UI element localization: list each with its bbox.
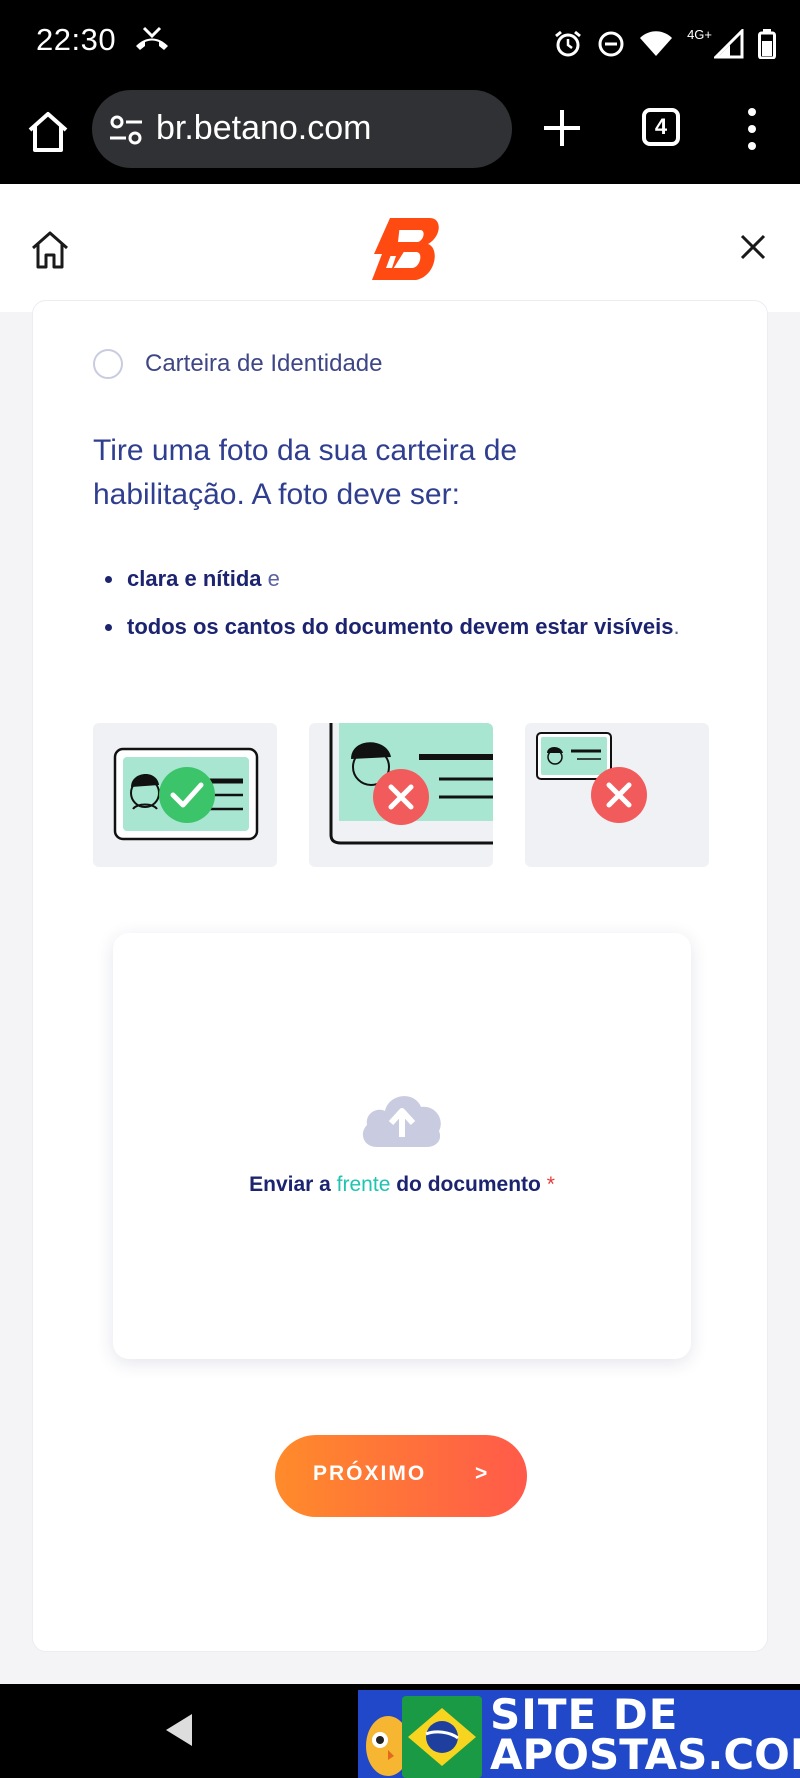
- distant-photo-example: [525, 723, 709, 867]
- required-marker: *: [546, 1173, 555, 1196]
- battery-icon: [758, 29, 776, 59]
- browser-toolbar: br.betano.com 4: [0, 88, 800, 184]
- next-button[interactable]: PRÓXIMO >: [275, 1435, 527, 1517]
- brazil-flag-graphic: [408, 1708, 476, 1766]
- upload-label-highlight: frente: [336, 1173, 391, 1196]
- home-icon[interactable]: [28, 228, 72, 272]
- verification-card: Carteira de Identidade Tire uma foto da …: [32, 300, 768, 1652]
- upload-label-prefix: Enviar a: [249, 1173, 337, 1196]
- next-button-label: PRÓXIMO: [313, 1462, 427, 1485]
- watermark-line-2: APOSTAS.COM: [490, 1730, 800, 1778]
- status-icons: 4G+: [553, 24, 776, 64]
- cropped-photo-example: [309, 723, 493, 867]
- list-item: todos os cantos do documento devem estar…: [103, 611, 703, 643]
- distant-example-illustration: [536, 732, 647, 823]
- document-upload-area[interactable]: Enviar a frente do documento *: [113, 933, 691, 1359]
- status-bar: 22:30 4G+: [0, 0, 800, 88]
- upload-label: Enviar a frente do documento *: [113, 1173, 691, 1197]
- status-time: 22:30: [36, 22, 117, 57]
- site-settings-icon[interactable]: [108, 112, 144, 148]
- correct-photo-example: [93, 723, 277, 867]
- app-header: [0, 184, 800, 312]
- missed-call-icon: [136, 26, 168, 50]
- new-tab-icon[interactable]: [540, 106, 584, 150]
- home-icon[interactable]: [24, 108, 72, 156]
- back-icon[interactable]: [164, 1712, 194, 1748]
- brazil-flag-icon: [402, 1696, 482, 1778]
- upload-label-suffix: do documento: [390, 1173, 547, 1196]
- network-type: 4G+: [687, 26, 712, 42]
- requirement-rest: e: [261, 566, 280, 591]
- alarm-icon: [555, 30, 581, 57]
- tab-switcher-button[interactable]: 4: [642, 108, 680, 146]
- wifi-icon: [640, 31, 673, 56]
- url-text: br.betano.com: [156, 109, 372, 147]
- next-arrow-icon: >: [475, 1462, 488, 1485]
- document-type-option[interactable]: Carteira de Identidade: [93, 349, 383, 379]
- signal-icon: [714, 29, 744, 59]
- photo-examples: [93, 723, 709, 867]
- watermark-banner: SITE DE APOSTAS.COM: [358, 1690, 800, 1778]
- menu-icon[interactable]: [744, 106, 760, 152]
- requirement-bold: clara e nítida: [127, 566, 262, 591]
- do-not-disturb-icon: [598, 31, 624, 57]
- photo-instruction: Tire uma foto da sua carteira de habilit…: [93, 434, 518, 511]
- radio-label: Carteira de Identidade: [145, 350, 383, 377]
- requirement-bold: todos os cantos do documento devem estar…: [127, 614, 674, 639]
- cropped-example-illustration: [329, 723, 493, 845]
- cloud-upload-icon: [362, 1096, 441, 1147]
- betano-logo[interactable]: [370, 216, 442, 282]
- close-icon[interactable]: [738, 232, 768, 262]
- radio-button[interactable]: [93, 349, 123, 379]
- photo-requirements-list: clara e nítida e todos os cantos do docu…: [103, 563, 703, 659]
- requirement-rest: .: [673, 614, 680, 639]
- url-bar[interactable]: br.betano.com: [92, 90, 512, 168]
- correct-example-illustration: [113, 747, 259, 841]
- list-item: clara e nítida e: [103, 563, 703, 595]
